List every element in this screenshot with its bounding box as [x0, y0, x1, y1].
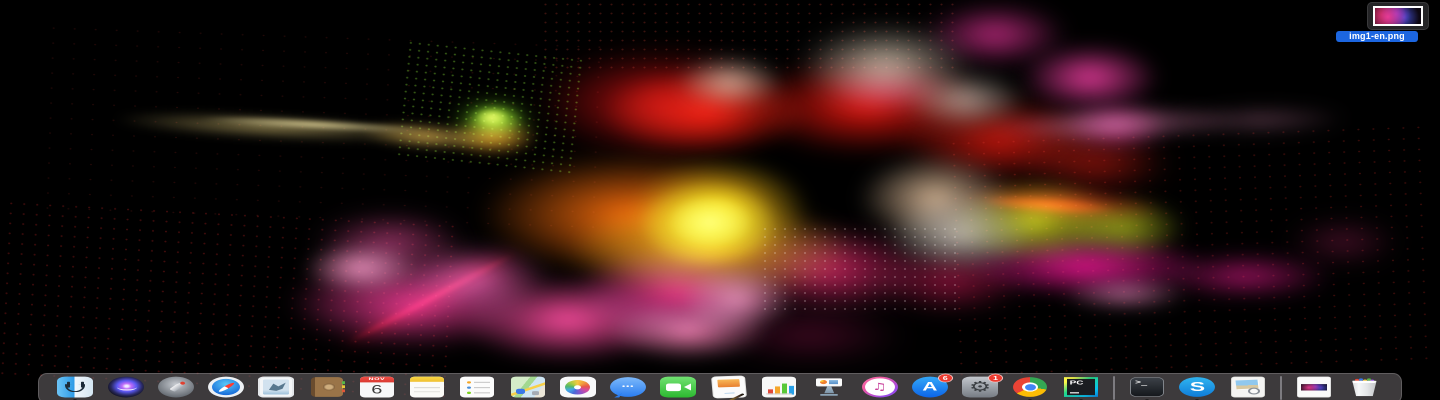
contacts-book-icon	[311, 377, 343, 397]
dock-item-itunes[interactable]: ♫	[862, 376, 898, 398]
dock-item-launchpad[interactable]	[158, 376, 194, 398]
dock-item-reminders[interactable]	[459, 376, 495, 398]
file-thumbnail	[1373, 6, 1423, 26]
chrome-icon	[1013, 377, 1047, 397]
dock-item-trash[interactable]	[1346, 376, 1382, 398]
dock-item-skype[interactable]: S	[1179, 376, 1215, 398]
trash-bin	[1351, 381, 1377, 397]
launchpad-icon	[158, 377, 194, 398]
dock-item-notes[interactable]	[409, 376, 445, 398]
dock-item-siri[interactable]	[108, 376, 144, 398]
pycharm-icon: PC	[1064, 377, 1098, 397]
dock-item-maps[interactable]	[510, 376, 546, 398]
dock-item-system-preferences[interactable]: ⚙ 1	[962, 376, 998, 398]
finder-icon	[57, 377, 93, 398]
numbers-barchart-icon	[762, 377, 796, 398]
dock-item-numbers[interactable]	[761, 376, 797, 398]
keynote-lectern-icon	[812, 377, 846, 398]
facetime-camera-icon	[660, 377, 696, 398]
calendar-icon: NOV 6	[360, 377, 394, 398]
dock: NOV 6 •••	[38, 373, 1402, 400]
trash-full-icon	[1351, 378, 1377, 397]
dock-item-safari[interactable]	[208, 376, 244, 398]
dock-item-pages[interactable]	[711, 376, 747, 398]
pages-document-icon	[712, 376, 746, 398]
terminal-icon: >_	[1130, 377, 1164, 397]
dock-item-recent-document[interactable]	[1296, 376, 1332, 398]
dock-separator	[1113, 376, 1115, 400]
system-preferences-badge: 1	[988, 374, 1003, 383]
rocket-icon	[169, 382, 185, 392]
file-label[interactable]: img1-en.png	[1336, 31, 1418, 42]
maps-icon	[511, 377, 545, 398]
safari-compass-icon	[208, 377, 244, 398]
dock-item-terminal[interactable]: >_	[1129, 376, 1165, 398]
dock-item-chrome[interactable]	[1012, 376, 1048, 398]
itunes-note-icon: ♫	[862, 377, 898, 398]
file-icon-selection-box[interactable]	[1367, 2, 1429, 30]
dock-item-mail[interactable]	[258, 376, 294, 398]
dock-item-messages[interactable]: •••	[610, 376, 646, 398]
image-document-icon	[1297, 377, 1331, 398]
dock-item-contacts[interactable]	[309, 376, 345, 398]
photos-flower-icon	[560, 377, 596, 398]
dock-item-calendar[interactable]: NOV 6	[359, 376, 395, 398]
dock-separator	[1280, 376, 1282, 400]
dock-item-photos[interactable]	[560, 376, 596, 398]
desktop[interactable]: img1-en.png NOV 6	[0, 0, 1440, 400]
mail-stamp-icon	[258, 377, 294, 398]
dock-item-preview[interactable]	[1230, 376, 1266, 398]
music-note-glyph: ♫	[862, 381, 898, 394]
dock-item-keynote[interactable]	[811, 376, 847, 398]
dock-item-pycharm[interactable]: PC	[1063, 376, 1099, 398]
preview-magnifier-icon	[1231, 377, 1265, 398]
siri-icon	[108, 377, 144, 398]
dock-item-facetime[interactable]	[660, 376, 696, 398]
messages-bubble-icon: •••	[610, 377, 646, 397]
reminders-icon	[460, 377, 494, 398]
dock-item-finder[interactable]	[57, 376, 93, 398]
skype-icon: S	[1179, 377, 1215, 397]
app-store-badge: 6	[938, 374, 953, 383]
dock-item-app-store[interactable]: A 6	[912, 376, 948, 398]
notes-icon	[410, 377, 444, 398]
calendar-day: 6	[360, 382, 394, 397]
